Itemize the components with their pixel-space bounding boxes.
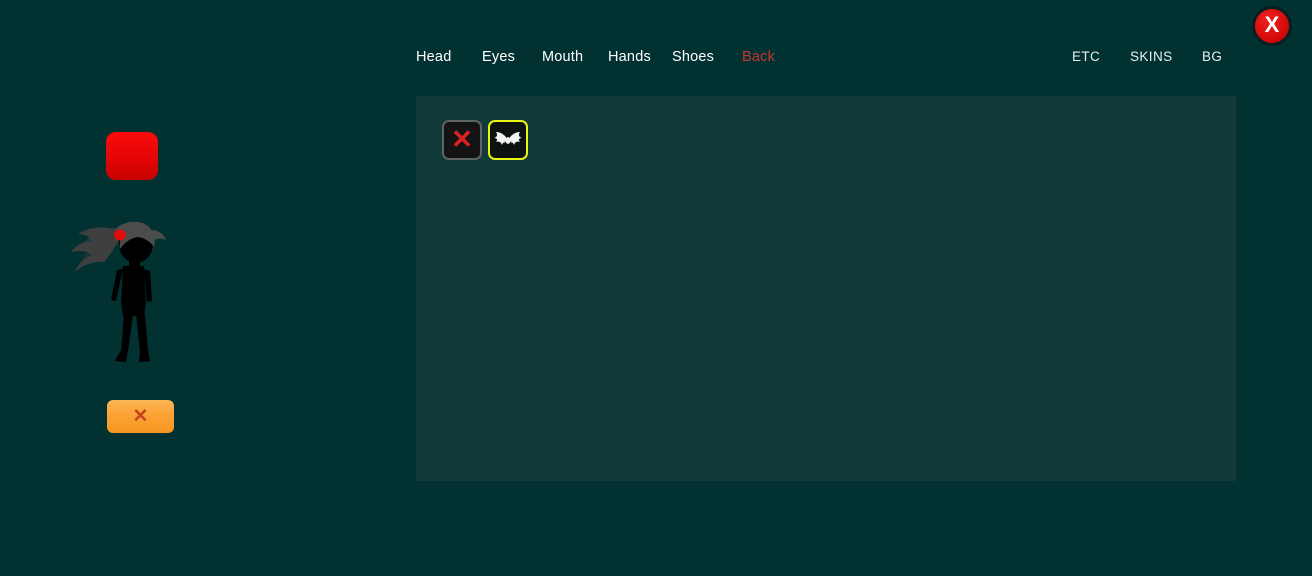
equip-color-swatch[interactable]	[106, 132, 158, 180]
category-item-back[interactable]: Back	[742, 50, 775, 65]
section-item-bg[interactable]: BG	[1202, 50, 1222, 64]
item-grid: ✕	[442, 120, 528, 160]
clear-x-icon: ✕	[132, 405, 149, 427]
category-nav: Head Eyes Mouth Hands Shoes Back	[0, 44, 820, 70]
category-item-eyes[interactable]: Eyes	[482, 50, 515, 65]
category-item-mouth[interactable]: Mouth	[542, 50, 583, 65]
item-slot-none[interactable]: ✕	[442, 120, 482, 160]
category-item-head[interactable]: Head	[416, 50, 451, 65]
section-item-etc[interactable]: ETC	[1072, 50, 1100, 64]
red-x-icon: ✕	[451, 124, 473, 154]
category-item-shoes[interactable]: Shoes	[672, 50, 714, 65]
clear-button[interactable]: ✕	[107, 400, 174, 433]
hair-tie	[114, 229, 126, 241]
character-preview: ✕	[40, 120, 220, 450]
close-button[interactable]: X	[1252, 6, 1292, 46]
items-panel: ✕	[416, 96, 1236, 481]
section-item-skins[interactable]: SKINS	[1130, 50, 1173, 64]
angel-wings-icon	[491, 129, 525, 151]
character-ponytail	[71, 227, 118, 272]
item-slot-angel-wings[interactable]	[488, 120, 528, 160]
character-figure	[40, 200, 220, 390]
category-item-hands[interactable]: Hands	[608, 50, 651, 65]
character-body	[111, 225, 153, 362]
section-nav: ETC SKINS BG	[1040, 50, 1260, 74]
close-x-icon: X	[1264, 12, 1280, 37]
